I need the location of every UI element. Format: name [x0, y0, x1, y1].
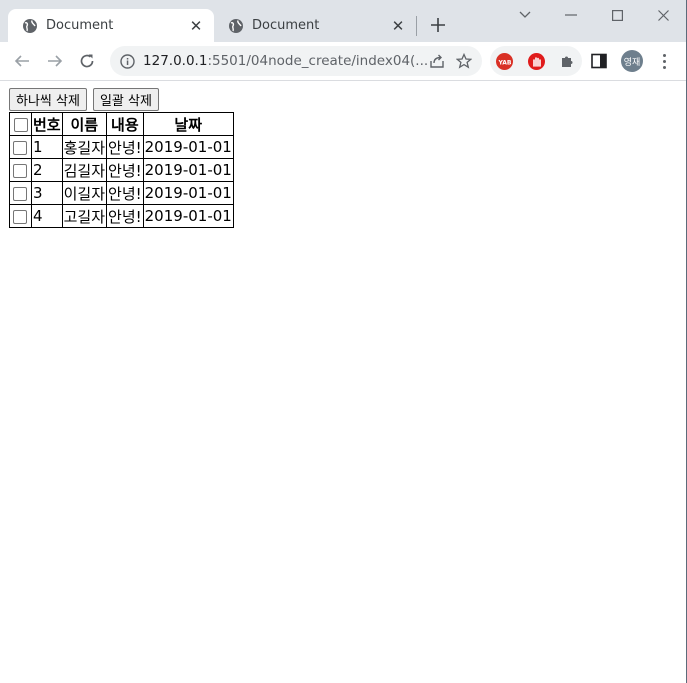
yab-extension-icon[interactable]: YAB	[496, 53, 513, 70]
tab-title: Document	[252, 18, 320, 33]
row-checkbox[interactable]	[13, 186, 27, 201]
extensions-group: YAB	[490, 46, 582, 76]
adblock-hand-icon[interactable]	[528, 53, 545, 70]
select-all-cell	[9, 112, 32, 136]
avatar[interactable]: 영재	[621, 50, 643, 72]
url-path: :5501/04node_create/index04(...	[207, 53, 429, 69]
browser-toolbar: 127.0.0.1:5501/04node_create/index04(...…	[0, 42, 687, 81]
cell-number: 4	[31, 204, 63, 228]
window-close-icon[interactable]	[653, 6, 673, 24]
close-icon[interactable]: ✕	[390, 17, 406, 35]
tab-document-active[interactable]: Document ✕	[8, 9, 214, 42]
forward-arrow-icon[interactable]	[45, 51, 65, 71]
cell-name: 이길자	[61, 181, 108, 205]
select-all-checkbox[interactable]	[13, 117, 28, 132]
side-panel-icon[interactable]	[591, 53, 607, 69]
svg-text:YAB: YAB	[498, 59, 512, 66]
row-checkbox-cell	[9, 204, 32, 228]
row-checkbox-cell	[9, 181, 32, 205]
cell-date: 2019-01-01	[142, 135, 234, 159]
maximize-icon[interactable]	[607, 6, 627, 24]
data-table: 번호 이름 내용 날짜 1 홍길자 안녕! 2019-01-01 2 김길자 안…	[9, 112, 234, 228]
reload-icon[interactable]	[77, 51, 97, 71]
globe-icon	[228, 18, 244, 34]
browser-window: Document ✕ Document ✕ 127.0.0.1:5501/04n…	[0, 0, 687, 683]
row-checkbox[interactable]	[13, 140, 27, 155]
cell-name: 홍길자	[61, 135, 108, 159]
tab-separator	[416, 16, 417, 36]
globe-icon	[22, 18, 38, 34]
new-tab-button[interactable]	[428, 15, 448, 35]
site-info-icon[interactable]	[120, 53, 135, 69]
cell-content: 안녕!	[106, 181, 144, 205]
cell-content: 안녕!	[106, 204, 144, 228]
cell-content: 안녕!	[106, 158, 144, 182]
cell-date: 2019-01-01	[142, 181, 234, 205]
cell-name: 김길자	[61, 158, 108, 182]
delete-all-button[interactable]: 일괄 삭제	[92, 88, 159, 111]
header-name: 이름	[61, 112, 108, 136]
url-text: 127.0.0.1:5501/04node_create/index04(...	[143, 53, 428, 69]
table-row: 1 홍길자 안녕! 2019-01-01	[9, 135, 234, 159]
tab-document-inactive[interactable]: Document ✕	[214, 9, 416, 42]
table-header-row: 번호 이름 내용 날짜	[9, 112, 234, 136]
url-host: 127.0.0.1	[143, 53, 208, 69]
back-arrow-icon[interactable]	[12, 51, 32, 71]
address-bar[interactable]: 127.0.0.1:5501/04node_create/index04(...	[110, 46, 482, 76]
puzzle-extensions-icon[interactable]	[559, 53, 575, 69]
button-bar: 하나씩 삭제 일괄 삭제	[9, 88, 159, 111]
cell-name: 고길자	[61, 204, 108, 228]
table-row: 3 이길자 안녕! 2019-01-01	[9, 181, 234, 205]
row-checkbox[interactable]	[13, 209, 27, 224]
tab-strip: Document ✕ Document ✕	[0, 0, 687, 42]
row-checkbox[interactable]	[13, 163, 27, 178]
cell-content: 안녕!	[106, 135, 144, 159]
cell-number: 2	[31, 158, 63, 182]
delete-one-button[interactable]: 하나씩 삭제	[9, 88, 87, 111]
cell-date: 2019-01-01	[142, 158, 234, 182]
header-number: 번호	[31, 112, 63, 136]
cell-number: 3	[31, 181, 63, 205]
page-content: 하나씩 삭제 일괄 삭제 번호 이름 내용 날짜 1 홍길자 안녕! 2019-…	[0, 81, 687, 683]
tab-search-chevron-icon[interactable]	[515, 6, 535, 24]
table-row: 2 김길자 안녕! 2019-01-01	[9, 158, 234, 182]
minimize-icon[interactable]	[561, 6, 581, 24]
bookmark-star-icon[interactable]	[455, 52, 472, 70]
table-row: 4 고길자 안녕! 2019-01-01	[9, 204, 234, 228]
cell-date: 2019-01-01	[142, 204, 234, 228]
row-checkbox-cell	[9, 158, 32, 182]
header-content: 내용	[106, 112, 144, 136]
share-icon[interactable]	[428, 52, 445, 70]
cell-number: 1	[31, 135, 63, 159]
tab-title: Document	[46, 18, 114, 33]
close-icon[interactable]: ✕	[188, 17, 204, 35]
header-date: 날짜	[142, 112, 234, 136]
more-menu-icon[interactable]	[658, 52, 670, 70]
row-checkbox-cell	[9, 135, 32, 159]
